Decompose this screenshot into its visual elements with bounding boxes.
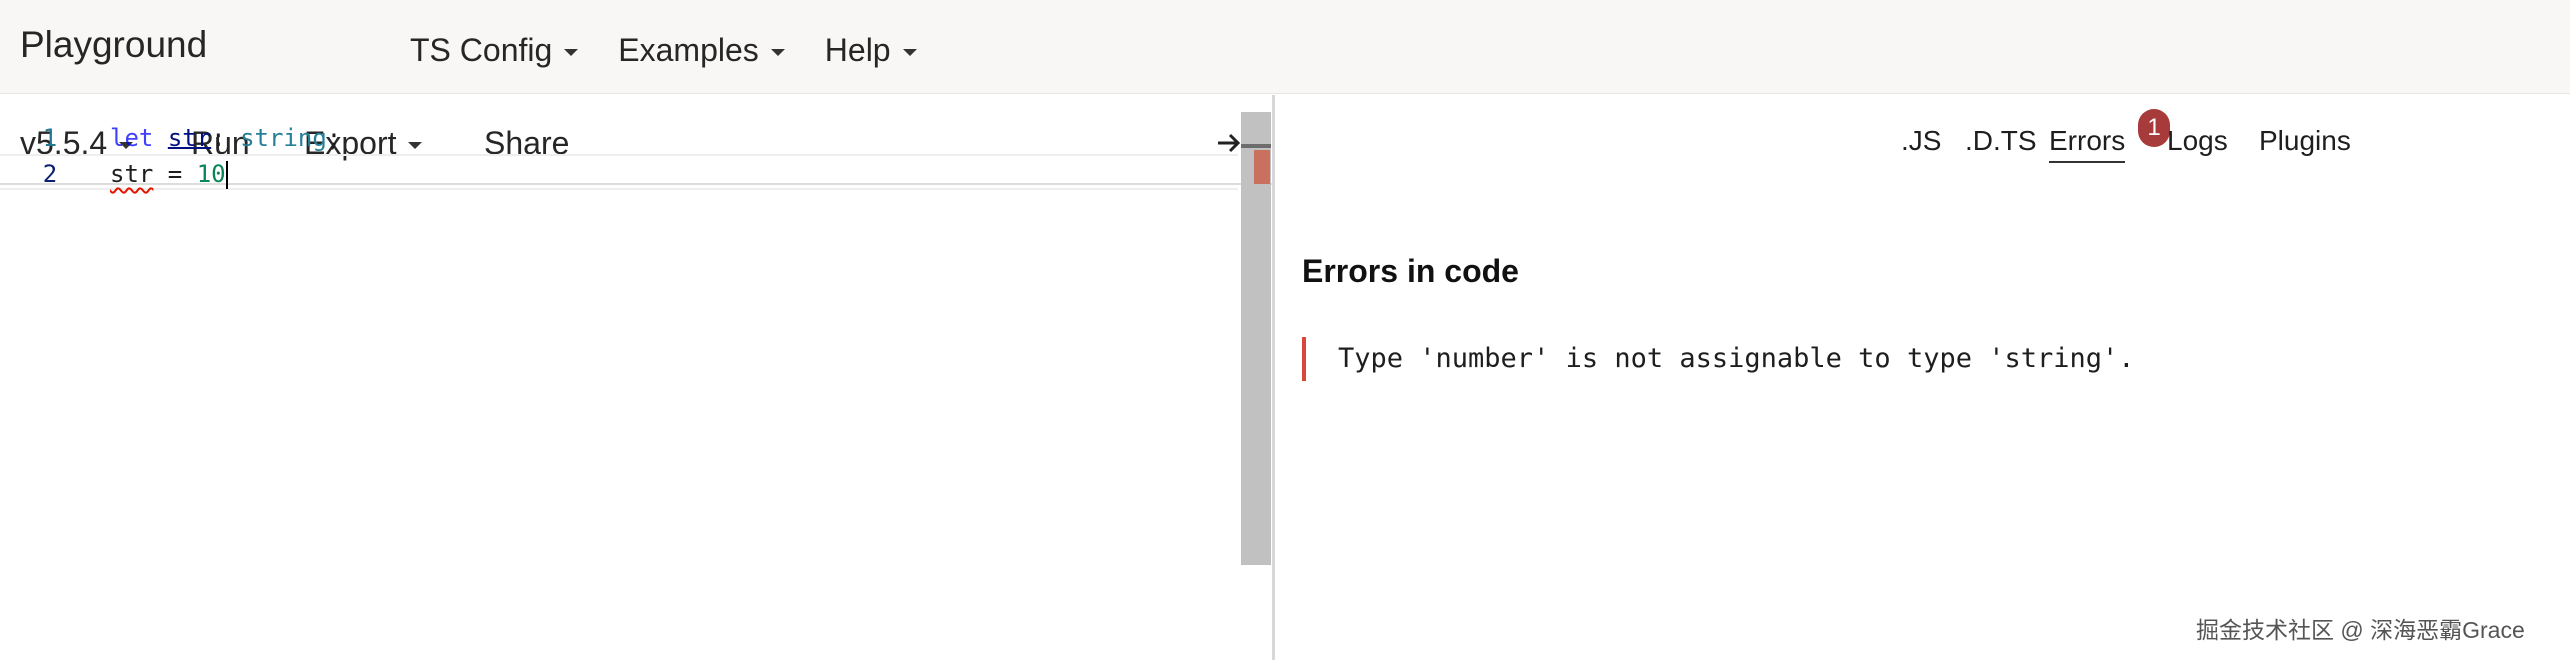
type-token: string (240, 124, 327, 152)
top-bar: Playground TS Config Examples Help (0, 0, 2570, 94)
nav-ts-config[interactable]: TS Config (410, 32, 579, 69)
errors-count-badge: 1 (2138, 109, 2170, 147)
nav-help[interactable]: Help (825, 32, 917, 69)
error-message[interactable]: Type 'number' is not assignable to type … (1302, 337, 2135, 381)
app-title[interactable]: Playground (20, 24, 207, 66)
number-token: 10 (196, 160, 226, 188)
nav-examples-label: Examples (618, 32, 759, 68)
code-line-current: 2 str = 10 (0, 154, 1238, 190)
identifier-token[interactable]: str (168, 124, 211, 152)
top-nav: TS Config Examples Help (410, 32, 957, 69)
keyword-token: let (110, 124, 154, 152)
text-cursor (225, 161, 228, 189)
errors-heading: Errors in code (1302, 253, 1519, 289)
semicolon-token: ; (326, 124, 342, 152)
caret-down-icon (902, 49, 917, 56)
tab-errors[interactable]: Errors (2049, 125, 2126, 163)
nav-ts-config-label: TS Config (410, 32, 553, 68)
caret-down-icon (770, 49, 785, 56)
watermark-text: 掘金技术社区 @ 深海恶霸Grace (2196, 617, 2525, 643)
caret-down-icon (564, 49, 579, 56)
colon-token: : (211, 124, 241, 152)
code-text: let str: string; (110, 120, 341, 156)
line-number: 1 (42, 124, 58, 152)
tab-js[interactable]: .JS (1901, 125, 1941, 157)
tab-logs[interactable]: Logs (2167, 125, 2228, 157)
code-line: 1 let str: string; (0, 120, 1238, 156)
tab-plugins[interactable]: Plugins (2259, 125, 2351, 157)
output-pane: .JS .D.TS Errors 1 Logs Plugins Errors i… (1275, 95, 2570, 660)
error-identifier-token[interactable]: str (110, 160, 153, 188)
scrollbar-error-marker (1254, 150, 1270, 184)
code-text: str = 10 (110, 156, 228, 192)
scrollbar-cursor-marker (1241, 144, 1271, 148)
tab-dts[interactable]: .D.TS (1965, 125, 2037, 157)
line-number: 2 (42, 160, 58, 188)
operator-token: = (153, 160, 197, 188)
code-editor[interactable]: 1 let str: string; 2 str = 10 (0, 112, 1238, 565)
nav-examples[interactable]: Examples (618, 32, 785, 69)
nav-help-label: Help (824, 32, 891, 68)
